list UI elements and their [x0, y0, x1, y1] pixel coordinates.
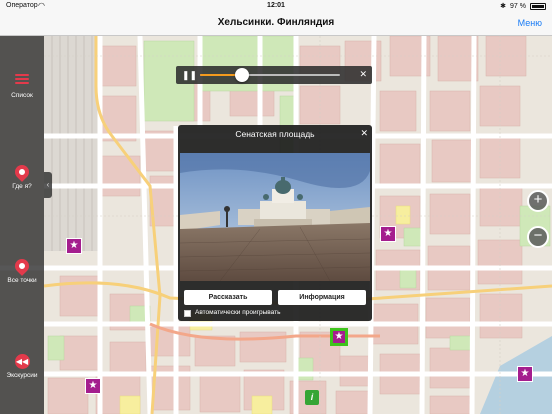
list-icon	[14, 74, 30, 90]
place-photo	[180, 153, 370, 281]
audio-progress-knob[interactable]	[235, 68, 249, 82]
place-popup: Сенатская площадь ✕ Рассказать Информаци…	[178, 125, 372, 321]
autoplay-checkbox[interactable]	[184, 310, 191, 317]
poi-marker[interactable]: ★	[66, 238, 82, 254]
battery-percent: 97 %	[510, 2, 526, 10]
autoplay-label: Автоматически проигрывать	[195, 309, 281, 316]
status-time: 12:01	[267, 2, 285, 9]
pause-button[interactable]: ❚❚	[182, 70, 197, 81]
sidebar-item-list[interactable]: Список	[0, 72, 44, 99]
zoom-out-button[interactable]: −	[527, 226, 549, 248]
info-marker[interactable]: i	[305, 390, 319, 405]
zoom-in-button[interactable]: +	[527, 190, 549, 212]
selected-poi-marker[interactable]: ★	[330, 328, 348, 346]
audio-progress-track[interactable]	[200, 68, 340, 82]
sidebar-item-tours[interactable]: ◀◀ Экскурсии	[0, 354, 44, 379]
battery-fill	[532, 4, 544, 8]
info-button[interactable]: Информация	[278, 290, 366, 305]
sidebar: Список Где я? Все точки ◀◀ Экскурсии	[0, 36, 44, 414]
battery-icon	[530, 2, 546, 10]
poi-marker[interactable]: ★	[517, 366, 533, 382]
rewind-icon: ◀◀	[14, 354, 30, 370]
all-points-icon	[12, 256, 32, 276]
poi-marker[interactable]: ★	[85, 378, 101, 394]
sidebar-item-where-am-i[interactable]: Где я?	[0, 162, 44, 190]
popup-title: Сенатская площадь	[235, 129, 315, 139]
audio-player: ❚❚ ✕	[176, 66, 372, 84]
sidebar-item-label: Где я?	[12, 183, 32, 190]
sidebar-item-label: Экскурсии	[6, 372, 38, 379]
sidebar-collapse-handle[interactable]: ‹	[44, 172, 52, 198]
sidebar-item-all-points[interactable]: Все точки	[0, 256, 44, 284]
location-pin-icon	[12, 162, 32, 182]
bluetooth-icon: ✱	[500, 3, 507, 10]
popup-close-button[interactable]: ✕	[360, 128, 368, 139]
status-right: ✱ 97 %	[500, 2, 546, 10]
page-title: Хельсинки. Финляндия	[217, 17, 335, 28]
tell-button[interactable]: Рассказать	[184, 290, 272, 305]
nav-bar: Хельсинки. Финляндия Меню	[0, 12, 552, 36]
sidebar-item-label: Все точки	[7, 277, 37, 284]
sidebar-item-label: Список	[11, 92, 33, 99]
menu-button[interactable]: Меню	[518, 18, 542, 28]
poi-marker[interactable]: ★	[380, 226, 396, 242]
status-bar: Оператор ◠ 12:01 ✱ 97 %	[0, 0, 552, 12]
audio-close-button[interactable]: ✕	[359, 69, 367, 80]
